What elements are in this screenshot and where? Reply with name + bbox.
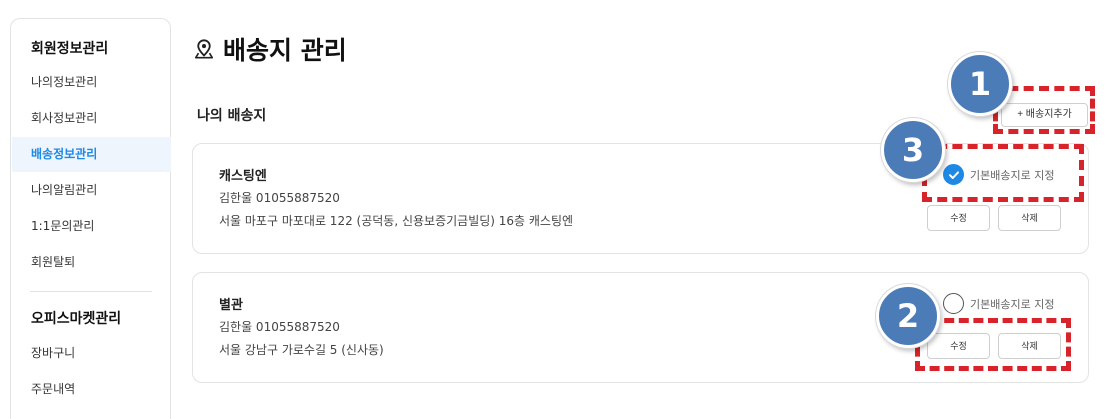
sidebar: 회원정보관리 나의정보관리 회사정보관리 배송정보관리 나의알림관리 1:1문의…	[10, 18, 171, 419]
sidebar-section-member-info: 회원정보관리	[31, 41, 109, 57]
set-default-label: 기본배송지로 지정	[970, 297, 1055, 311]
sidebar-item-company-info[interactable]: 회사정보관리	[12, 101, 171, 136]
callout-badge-3: 3	[881, 118, 945, 182]
section-label: 나의 배송지	[197, 108, 267, 124]
address-name: 별관	[219, 298, 243, 313]
radio-icon[interactable]	[943, 293, 964, 314]
sidebar-item-withdraw[interactable]: 회원탈퇴	[12, 245, 171, 280]
address-recipient: 김한울 01055887520	[219, 320, 340, 334]
address-name: 캐스팅엔	[219, 169, 267, 184]
set-default-option[interactable]: 기본배송지로 지정	[943, 293, 1054, 314]
address-card: 별관 김한울 01055887520 서울 강남구 가로수길 5 (신사동) 기…	[192, 272, 1089, 383]
sidebar-item-shipping-info[interactable]: 배송정보관리	[12, 137, 171, 172]
address-recipient: 김한울 01055887520	[219, 191, 340, 205]
address-line: 서울 마포구 마포대로 122 (공덕동, 신용보증기금빌딩) 16층 캐스팅엔	[219, 214, 574, 228]
delete-button[interactable]: 삭제	[998, 205, 1061, 231]
callout-badge-1: 1	[948, 52, 1012, 116]
set-default-option[interactable]: 기본배송지로 지정	[943, 164, 1054, 185]
add-address-button[interactable]: + 배송지추가	[1001, 103, 1088, 127]
sidebar-divider	[30, 291, 152, 292]
page-header: 배송지 관리	[193, 31, 347, 67]
address-card: 캐스팅엔 김한울 01055887520 서울 마포구 마포대로 122 (공덕…	[192, 143, 1089, 254]
map-pin-icon	[194, 39, 214, 59]
checked-radio-icon[interactable]	[943, 164, 964, 185]
delete-button[interactable]: 삭제	[998, 333, 1061, 359]
sidebar-section-office-market: 오피스마켓관리	[31, 311, 122, 327]
sidebar-item-orders[interactable]: 주문내역	[12, 372, 171, 407]
sidebar-item-cart[interactable]: 장바구니	[12, 336, 171, 371]
edit-button[interactable]: 수정	[927, 205, 990, 231]
sidebar-item-notifications[interactable]: 나의알림관리	[12, 173, 171, 208]
address-line: 서울 강남구 가로수길 5 (신사동)	[219, 343, 384, 357]
edit-button[interactable]: 수정	[927, 333, 990, 359]
page-title: 배송지 관리	[223, 36, 347, 65]
sidebar-item-my-info[interactable]: 나의정보관리	[12, 65, 171, 100]
sidebar-item-inquiry[interactable]: 1:1문의관리	[12, 209, 171, 244]
set-default-label: 기본배송지로 지정	[970, 168, 1055, 182]
callout-badge-2: 2	[876, 284, 940, 348]
